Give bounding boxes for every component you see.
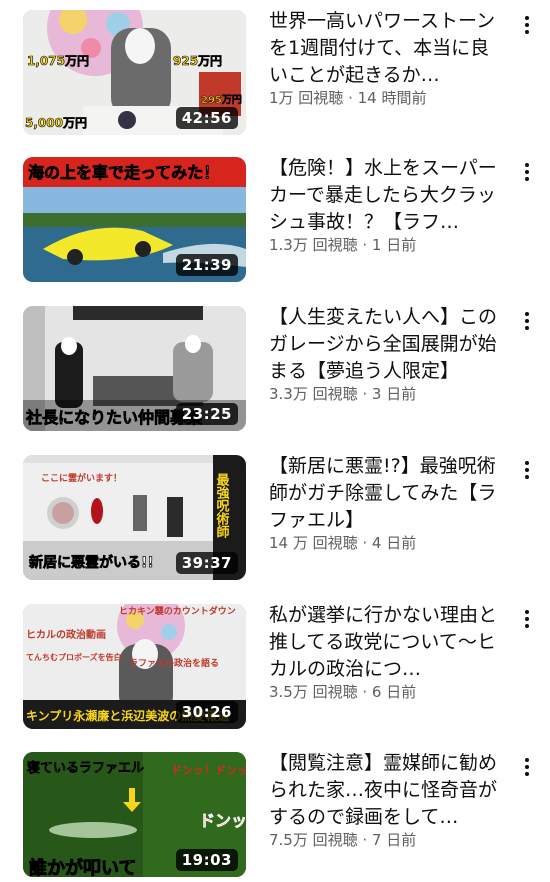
more-options-icon[interactable] — [516, 308, 538, 334]
video-title[interactable]: 私が選挙に行かない理由と推してる政党について〜ヒカルの政治につ… — [269, 602, 507, 683]
more-options-icon[interactable] — [516, 754, 538, 780]
duration-badge: 23:25 — [175, 403, 238, 425]
video-metadata: 3.5万 回視聴 · 6 日前 — [269, 683, 417, 701]
video-thumbnail[interactable]: ヒカキン襲のカウントダウン ヒカルの政治動画 てんちむプロポーズを告白 ラファエ… — [23, 604, 246, 729]
duration-badge: 39:37 — [175, 552, 238, 574]
video-item[interactable]: ここに霊がいます！ 最強呪術師 新居に悪霊がいる!! 39:37 【新居に悪霊!… — [0, 455, 550, 585]
more-options-icon[interactable] — [516, 457, 538, 483]
video-item[interactable]: 社長になりたい仲間募集 23:25 【人生変えたい人へ】このガレージから全国展開… — [0, 306, 550, 436]
more-options-icon[interactable] — [516, 606, 538, 632]
video-thumbnail[interactable]: 1,075万円 925万円 5,000万円 295万円 42:56 — [23, 10, 246, 135]
video-title[interactable]: 世界一高いパワーストーンを1週間付けて、本当に良いことが起きるか… — [269, 8, 507, 89]
thumb-label: ヒカキン襲のカウントダウン — [119, 605, 236, 617]
thumb-label: ここに霊がいます！ — [41, 472, 122, 484]
thumb-label: 最強呪術師 — [214, 473, 231, 539]
more-options-icon[interactable] — [516, 159, 538, 185]
video-item[interactable]: 1,075万円 925万円 5,000万円 295万円 42:56 世界一高いパ… — [0, 10, 550, 140]
duration-badge: 30:26 — [175, 701, 238, 723]
video-thumbnail[interactable]: 寝ているラファエル ドンッ！ドンッ！ ドンッ!! 誰かが叩いて 19:03 — [23, 752, 246, 877]
thumb-label: 海の上を車で走ってみた！ — [28, 163, 219, 182]
video-title[interactable]: 【人生変えたい人へ】このガレージから全国展開が始まる【夢追う人限定】 — [269, 304, 507, 385]
duration-badge: 21:39 — [175, 254, 238, 276]
video-item[interactable]: 海の上を車で走ってみた！ 21:39 【危険！】水上をスーパーカーで暴走したら大… — [0, 157, 550, 287]
video-thumbnail[interactable]: 社長になりたい仲間募集 23:25 — [23, 306, 246, 431]
thumb-label: ヒカルの政治動画 — [26, 628, 106, 641]
thumb-label: ラファエル政治を語る — [129, 657, 219, 669]
thumb-label: 925万円 — [173, 54, 222, 68]
thumb-label: 新居に悪霊がいる!! — [29, 554, 154, 571]
video-item[interactable]: 寝ているラファエル ドンッ！ドンッ！ ドンッ!! 誰かが叩いて 19:03 【閲… — [0, 752, 550, 882]
video-item[interactable]: ヒカキン襲のカウントダウン ヒカルの政治動画 てんちむプロポーズを告白 ラファエ… — [0, 604, 550, 734]
video-thumbnail[interactable]: 海の上を車で走ってみた！ 21:39 — [23, 157, 246, 282]
duration-badge: 19:03 — [175, 849, 238, 871]
video-metadata: 1万 回視聴 · 14 時間前 — [269, 89, 427, 107]
video-metadata: 3.3万 回視聴 · 3 日前 — [269, 385, 417, 403]
thumb-label: 5,000万円 — [25, 116, 87, 130]
video-metadata: 7.5万 回視聴 · 7 日前 — [269, 831, 417, 849]
video-thumbnail[interactable]: ここに霊がいます！ 最強呪術師 新居に悪霊がいる!! 39:37 — [23, 455, 246, 580]
video-title[interactable]: 【閲覧注意】霊媒師に勧められた家…夜中に怪奇音がするので録画をして… — [269, 750, 507, 831]
more-options-icon[interactable] — [516, 12, 538, 38]
video-metadata: 1.3万 回視聴 · 1 日前 — [269, 236, 417, 254]
video-metadata: 14 万 回視聴 · 4 日前 — [269, 534, 417, 552]
thumb-label: 295万円 — [201, 94, 242, 106]
video-title[interactable]: 【危険！】水上をスーパーカーで暴走したら大クラッシュ事故！？【ラフ… — [269, 155, 507, 236]
thumb-label: 寝ているラファエル — [27, 760, 144, 776]
thumb-label: 1,075万円 — [27, 54, 89, 68]
thumb-label: 誰かが叩いて — [29, 857, 136, 877]
thumb-label: てんちむプロポーズを告白 — [26, 652, 122, 662]
video-title[interactable]: 【新居に悪霊!?】最強呪術師がガチ除霊してみた【ラファエル】 — [269, 453, 507, 534]
thumb-label: ドンッ！ドンッ！ — [171, 764, 246, 777]
thumb-label: ドンッ!! — [199, 811, 246, 830]
duration-badge: 42:56 — [175, 107, 238, 129]
